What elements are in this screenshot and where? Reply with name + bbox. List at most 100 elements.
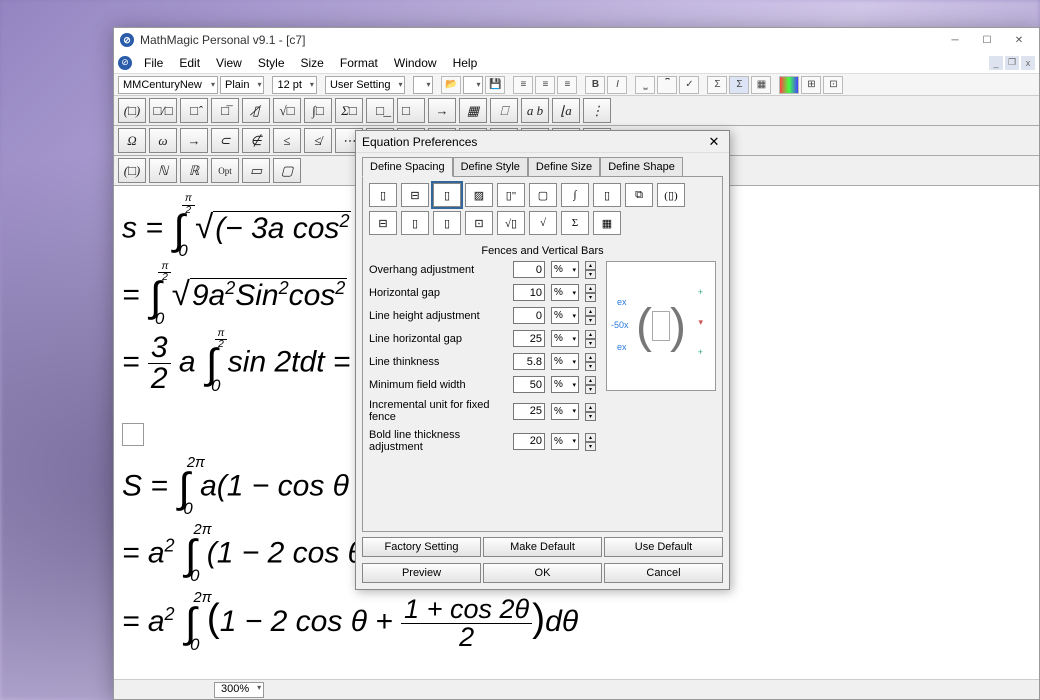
align-center-icon[interactable]: ≡	[535, 76, 555, 94]
upal-5[interactable]: ▢	[273, 158, 301, 183]
spacing-value-input[interactable]	[513, 307, 545, 324]
spinner[interactable]: ▴▾	[585, 307, 596, 324]
upal-4[interactable]: ▭	[242, 158, 270, 183]
bold-button[interactable]: B	[585, 76, 605, 94]
tab-define-style[interactable]: Define Style	[453, 157, 528, 177]
pal-vec[interactable]: □⃗	[397, 98, 425, 123]
align-right-icon[interactable]: ≡	[557, 76, 577, 94]
unit-dropdown[interactable]: %	[551, 376, 579, 393]
pal-floor[interactable]: ⌊a	[552, 98, 580, 123]
titlebar[interactable]: ⊘ MathMagic Personal v9.1 - [c7] ─ ☐ ✕	[114, 28, 1039, 52]
sp-icon-3[interactable]: ▯	[433, 183, 461, 207]
spinner[interactable]: ▴▾	[585, 353, 596, 370]
open-dropdown[interactable]	[463, 76, 483, 94]
pal-sum[interactable]: Σ□	[335, 98, 363, 123]
extra-dropdown[interactable]	[413, 76, 433, 94]
sp-icon-4[interactable]: ▨	[465, 183, 493, 207]
sym-subset[interactable]: ⊂	[211, 128, 239, 153]
spacing-value-input[interactable]	[513, 284, 545, 301]
btn-c[interactable]: ✓	[679, 76, 699, 94]
mdi-close[interactable]: x	[1021, 56, 1035, 70]
spinner[interactable]: ▴▾	[585, 330, 596, 347]
sym-nleq[interactable]: ≰	[304, 128, 332, 153]
factory-setting-button[interactable]: Factory Setting	[362, 537, 481, 557]
unit-dropdown[interactable]: %	[551, 403, 579, 420]
sp-icon-14[interactable]: ⊡	[465, 211, 493, 235]
color-icon[interactable]	[779, 76, 799, 94]
user-setting-dropdown[interactable]: User Setting	[325, 76, 406, 94]
sp-icon-1[interactable]: ▯	[369, 183, 397, 207]
sigma-icon[interactable]: Σ	[707, 76, 727, 94]
upal-R[interactable]: ℝ	[180, 158, 208, 183]
upal-opt[interactable]: Opt	[211, 158, 239, 183]
zoom-dropdown[interactable]: 300%	[214, 682, 264, 698]
cancel-button[interactable]: Cancel	[604, 563, 723, 583]
btn-b[interactable]: ⎴	[657, 76, 677, 94]
align-left-icon[interactable]: ≡	[513, 76, 533, 94]
unit-dropdown[interactable]: %	[551, 433, 579, 450]
spinner[interactable]: ▴▾	[585, 433, 596, 450]
ok-button[interactable]: OK	[483, 563, 602, 583]
sp-icon-12[interactable]: ▯	[401, 211, 429, 235]
font-dropdown[interactable]: MMCenturyNew	[118, 76, 218, 94]
maximize-button[interactable]: ☐	[971, 29, 1003, 51]
sp-icon-16[interactable]: √	[529, 211, 557, 235]
menu-style[interactable]: Style	[250, 54, 293, 72]
spacing-value-input[interactable]	[513, 261, 545, 278]
pal-strike[interactable]: ▯̸	[242, 98, 270, 123]
grid-icon[interactable]: ▦	[751, 76, 771, 94]
menu-format[interactable]: Format	[332, 54, 386, 72]
sp-icon-15[interactable]: √▯	[497, 211, 525, 235]
open-icon[interactable]: 📂	[441, 76, 461, 94]
upal-N[interactable]: ℕ	[149, 158, 177, 183]
spacing-value-input[interactable]	[513, 376, 545, 393]
sp-icon-6[interactable]: ▢	[529, 183, 557, 207]
pal-fence[interactable]: (□)	[118, 98, 146, 123]
spinner[interactable]: ▴▾	[585, 403, 596, 420]
btn-a[interactable]: ⎵	[635, 76, 655, 94]
spacing-value-input[interactable]	[513, 433, 545, 450]
pal-dots[interactable]: ⋮	[583, 98, 611, 123]
menu-window[interactable]: Window	[386, 54, 445, 72]
spinner[interactable]: ▴▾	[585, 284, 596, 301]
unit-dropdown[interactable]: %	[551, 330, 579, 347]
mdi-restore[interactable]: ❐	[1005, 56, 1019, 70]
sp-icon-17[interactable]: Σ	[561, 211, 589, 235]
italic-button[interactable]: I	[607, 76, 627, 94]
use-default-button[interactable]: Use Default	[604, 537, 723, 557]
menu-help[interactable]: Help	[445, 54, 486, 72]
sp-icon-9[interactable]: ⧉	[625, 183, 653, 207]
spacing-value-input[interactable]	[513, 330, 545, 347]
minimize-button[interactable]: ─	[939, 29, 971, 51]
unit-dropdown[interactable]: %	[551, 261, 579, 278]
spinner[interactable]: ▴▾	[585, 376, 596, 393]
unit-dropdown[interactable]: %	[551, 284, 579, 301]
size-dropdown[interactable]: 12 pt	[272, 76, 316, 94]
sp-icon-5[interactable]: ▯"	[497, 183, 525, 207]
sp-icon-8[interactable]: ▯	[593, 183, 621, 207]
pal-hat[interactable]: □̂	[180, 98, 208, 123]
tab-define-spacing[interactable]: Define Spacing	[362, 157, 453, 177]
dialog-titlebar[interactable]: Equation Preferences ✕	[356, 131, 729, 153]
preview-button[interactable]: Preview	[362, 563, 481, 583]
menu-view[interactable]: View	[208, 54, 250, 72]
pal-bar[interactable]: □̅	[211, 98, 239, 123]
menu-file[interactable]: File	[136, 54, 171, 72]
unit-dropdown[interactable]: %	[551, 307, 579, 324]
tab-define-shape[interactable]: Define Shape	[600, 157, 683, 177]
sp-icon-11[interactable]: ⊟	[369, 211, 397, 235]
close-button[interactable]: ✕	[1003, 29, 1035, 51]
make-default-button[interactable]: Make Default	[483, 537, 602, 557]
pal-sqrt[interactable]: √□	[273, 98, 301, 123]
pal-arrow[interactable]: →	[428, 98, 456, 123]
sp-icon-13[interactable]: ▯	[433, 211, 461, 235]
spinner[interactable]: ▴▾	[585, 261, 596, 278]
btn-e[interactable]: ⊡	[823, 76, 843, 94]
style-dropdown[interactable]: Plain	[220, 76, 264, 94]
dialog-close-button[interactable]: ✕	[705, 134, 723, 150]
sym-leq[interactable]: ≤	[273, 128, 301, 153]
mdi-minimize[interactable]: _	[989, 56, 1003, 70]
pal-box[interactable]: ⎕	[490, 98, 518, 123]
sym-omega[interactable]: ω	[149, 128, 177, 153]
btn-d[interactable]: ⊞	[801, 76, 821, 94]
